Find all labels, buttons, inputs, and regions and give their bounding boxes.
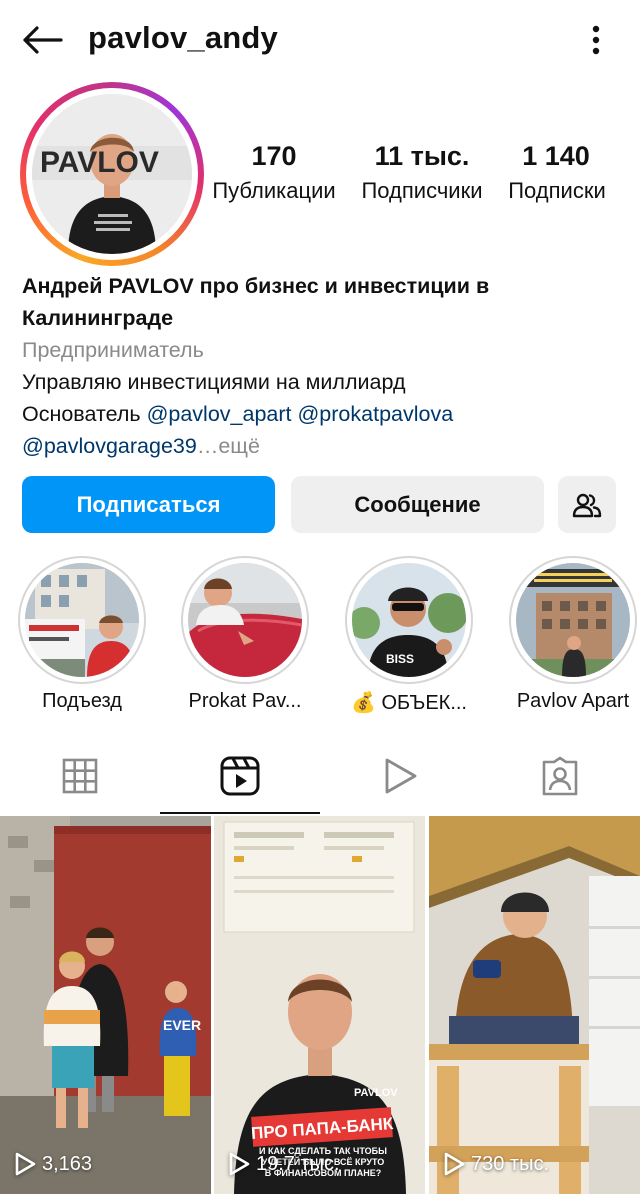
tagged-icon — [542, 756, 578, 796]
view-count-text: 19.7 тыс. — [256, 1152, 340, 1175]
highlight-cover: BISS — [352, 563, 466, 677]
profile-full-name: Андрей PAVLOV про бизнес и инвестиции в … — [22, 270, 622, 334]
highlight-cover — [25, 563, 139, 677]
message-button[interactable]: Сообщение — [291, 476, 544, 533]
avatar-story-ring[interactable]: PAVLOV — [20, 82, 204, 266]
highlight-cover — [516, 563, 630, 677]
more-options-button[interactable] — [578, 20, 614, 60]
reel-view-count: 19.7 тыс. — [228, 1152, 340, 1176]
reel-thumbnail[interactable]: EVER 3,163 — [0, 816, 211, 1194]
top-bar: pavlov_andy — [0, 0, 640, 80]
reels-grid: EVER 3,163 PAVLOV ПРО ПАПА-БАНК И КАК СД… — [0, 816, 640, 1200]
highlight-cover — [188, 563, 302, 677]
play-count-icon — [444, 1152, 465, 1176]
avatar: PAVLOV — [32, 94, 192, 254]
followers-label: Подписчики — [361, 178, 483, 203]
following-label: Подписки — [508, 178, 606, 203]
reel-view-count: 3,163 — [14, 1152, 92, 1176]
stat-posts[interactable]: 170 — [236, 138, 312, 174]
play-count-icon — [229, 1152, 250, 1176]
bio-founder-line: Основатель @pavlov_apart @prokatpavlova — [22, 398, 622, 430]
name-line-2: Калининграде — [22, 306, 174, 330]
profile-username: pavlov_andy — [88, 20, 279, 55]
play-icon — [385, 758, 417, 794]
add-people-icon — [572, 493, 602, 517]
svg-text:BISS: BISS — [386, 652, 414, 666]
highlight-label: Prokat Pav... — [188, 690, 302, 712]
stat-followers[interactable]: 11 тыс. — [360, 138, 484, 174]
followers-count: 11 тыс. — [374, 141, 470, 171]
highlight-label: Pavlov Apart — [516, 690, 630, 712]
more-vertical-icon — [592, 25, 600, 55]
back-arrow-icon — [23, 26, 63, 54]
follow-button[interactable]: Подписаться — [22, 476, 275, 533]
view-count-text: 730 тыс. — [471, 1152, 550, 1175]
stat-following-label-wrap: Подписки — [496, 174, 618, 208]
tab-videos[interactable] — [320, 740, 480, 812]
profile-tabs — [0, 740, 640, 816]
stat-following[interactable]: 1 140 — [508, 138, 604, 174]
posts-label: Публикации — [212, 178, 336, 203]
reel-thumbnail[interactable]: 730 тыс. — [429, 816, 640, 1194]
bio-more-link[interactable]: …ещё — [197, 434, 260, 458]
tab-posts-grid[interactable] — [0, 740, 160, 812]
bio-line: Управляю инвестициями на миллиард — [22, 370, 406, 394]
avatar-logo-text: PAVLOV — [40, 146, 159, 179]
mention-pavlov-apart[interactable]: @pavlov_apart — [147, 402, 292, 426]
highlight-label: 💰 ОБЪЕК... — [351, 692, 467, 714]
profile-bio: Андрей PAVLOV про бизнес и инвестиции в … — [22, 270, 622, 462]
tab-tagged[interactable] — [480, 740, 640, 812]
svg-text:PAVLOV: PAVLOV — [354, 1087, 398, 1099]
active-tab-indicator — [160, 812, 320, 814]
posts-count: 170 — [251, 141, 297, 171]
highlight-label: Подъезд — [42, 690, 122, 712]
bio-mentions-line: @pavlovgarage39…ещё — [22, 430, 622, 462]
reels-icon — [220, 756, 260, 796]
reel-thumbnail[interactable]: PAVLOV ПРО ПАПА-БАНК И КАК СДЕЛАТЬ ТАК Ч… — [214, 816, 425, 1194]
play-count-icon — [15, 1152, 36, 1176]
name-line-1: Андрей PAVLOV про бизнес и инвестиции в — [22, 274, 490, 298]
founder-text: Основатель — [22, 402, 141, 426]
grid-icon — [62, 758, 98, 794]
svg-text:EVER: EVER — [163, 1017, 201, 1033]
following-count: 1 140 — [522, 141, 590, 171]
reel-view-count: 730 тыс. — [443, 1152, 549, 1176]
mention-prokatpavlova[interactable]: @prokatpavlova — [297, 402, 453, 426]
mention-pavlovgarage39[interactable]: @pavlovgarage39 — [22, 434, 197, 458]
profile-category: Предприниматель — [22, 338, 204, 362]
back-button[interactable] — [18, 18, 66, 62]
tab-reels[interactable] — [160, 740, 320, 812]
stat-posts-label-wrap: Публикации — [200, 174, 348, 208]
view-count-text: 3,163 — [42, 1152, 93, 1175]
suggested-accounts-button[interactable] — [558, 476, 616, 533]
stat-followers-label-wrap: Подписчики — [348, 174, 496, 208]
